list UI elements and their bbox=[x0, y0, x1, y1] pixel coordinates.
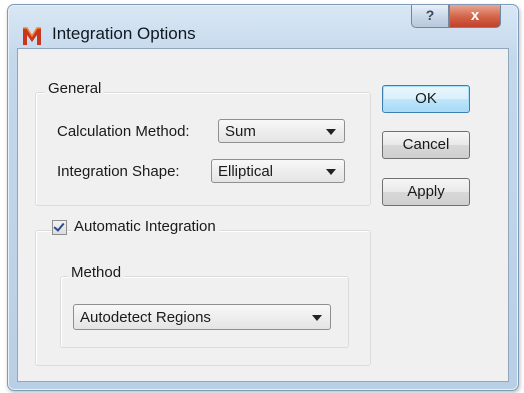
help-button[interactable]: ? bbox=[411, 5, 449, 28]
cancel-button[interactable]: Cancel bbox=[382, 131, 470, 159]
close-button[interactable]: x bbox=[449, 5, 501, 28]
chevron-down-icon bbox=[326, 129, 336, 135]
integration-shape-label: Integration Shape: bbox=[57, 163, 180, 180]
calculation-method-select[interactable]: Sum bbox=[218, 119, 345, 143]
window-title: Integration Options bbox=[52, 24, 196, 43]
integration-shape-value: Elliptical bbox=[218, 163, 274, 180]
method-value: Autodetect Regions bbox=[80, 309, 211, 326]
apply-button[interactable]: Apply bbox=[382, 178, 470, 206]
app-logo-icon bbox=[23, 27, 41, 45]
chevron-down-icon bbox=[326, 169, 336, 175]
method-select[interactable]: Autodetect Regions bbox=[73, 304, 331, 330]
integration-shape-select[interactable]: Elliptical bbox=[211, 159, 345, 183]
general-group-label: General bbox=[45, 80, 105, 97]
automatic-integration-checkbox[interactable] bbox=[52, 220, 67, 235]
method-group-label: Method bbox=[68, 264, 125, 281]
chevron-down-icon bbox=[312, 315, 322, 321]
calculation-method-value: Sum bbox=[225, 123, 256, 140]
calculation-method-label: Calculation Method: bbox=[57, 123, 190, 140]
automatic-integration-label[interactable]: Automatic Integration bbox=[71, 218, 219, 235]
ok-button[interactable]: OK bbox=[382, 85, 470, 113]
general-group bbox=[35, 92, 371, 206]
